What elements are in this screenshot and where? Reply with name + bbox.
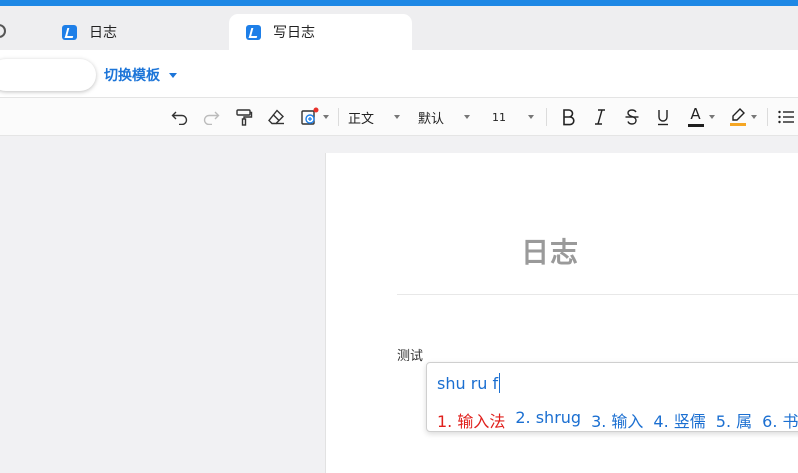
font-family-select[interactable]: 默认 bbox=[418, 98, 478, 136]
highlight-icon bbox=[729, 108, 746, 126]
bold-button[interactable] bbox=[556, 98, 580, 136]
font-color-icon: A bbox=[687, 105, 704, 127]
insert-button[interactable] bbox=[296, 98, 332, 136]
ime-candidate[interactable]: 4. 竖儒 bbox=[653, 408, 705, 431]
highlight-button[interactable] bbox=[724, 98, 762, 136]
toolbar-separator bbox=[338, 108, 339, 126]
marker-icon bbox=[731, 108, 745, 121]
bold-icon bbox=[563, 109, 575, 126]
switch-template-button[interactable]: 切换模板 bbox=[104, 65, 177, 85]
tab-label: 写日志 bbox=[273, 25, 315, 41]
switch-template-label: 切换模板 bbox=[104, 68, 160, 84]
clear-format-icon bbox=[268, 109, 284, 125]
ime-candidate[interactable]: 5. 属 bbox=[716, 408, 752, 431]
strikethrough-button[interactable] bbox=[620, 98, 644, 136]
tab-write-diary[interactable]: 写日志 bbox=[229, 14, 412, 50]
format-toolbar: 正文 默认 11 A bbox=[0, 98, 798, 136]
ime-candidate[interactable]: 3. 输入 bbox=[591, 408, 643, 431]
chevron-down-icon bbox=[169, 72, 177, 78]
document-title[interactable]: 日志 bbox=[521, 231, 579, 271]
title-divider bbox=[397, 294, 798, 295]
ime-candidate-window: shu ru f 1. 输入法 2. shrug 3. 输入 4. 竖儒 5. … bbox=[426, 362, 798, 432]
font-color-letter: A bbox=[690, 105, 701, 123]
search-pill[interactable] bbox=[0, 59, 96, 91]
chevron-down-icon bbox=[322, 115, 329, 119]
font-size-value: 11 bbox=[492, 110, 506, 124]
document-body-text[interactable]: 测试 bbox=[397, 345, 423, 364]
template-bar: 切换模板 bbox=[0, 50, 798, 98]
underline-icon bbox=[658, 110, 668, 126]
chevron-down-icon bbox=[528, 115, 534, 119]
ime-candidate-list: 1. 输入法 2. shrug 3. 输入 4. 竖儒 5. 属 6. 书 bbox=[437, 408, 798, 431]
underline-button[interactable] bbox=[651, 98, 675, 136]
chevron-down-icon bbox=[750, 115, 757, 119]
paragraph-style-select[interactable]: 正文 bbox=[348, 98, 408, 136]
toolbar-separator bbox=[546, 108, 547, 126]
ime-composition-text: shu ru f bbox=[437, 373, 499, 393]
chevron-down-icon bbox=[394, 115, 401, 119]
ime-candidate[interactable]: 1. 输入法 bbox=[437, 408, 505, 431]
redo-icon bbox=[203, 111, 220, 125]
tab-label: 日志 bbox=[89, 25, 117, 41]
font-color-swatch bbox=[687, 124, 704, 127]
format-painter-button[interactable] bbox=[232, 98, 256, 136]
diary-app-icon bbox=[246, 24, 261, 40]
font-family-value: 默认 bbox=[418, 111, 445, 127]
bullet-list-button[interactable] bbox=[774, 98, 798, 136]
text-cursor bbox=[499, 373, 501, 393]
clear-format-button[interactable] bbox=[264, 98, 288, 136]
strikethrough-icon bbox=[625, 109, 639, 125]
highlight-swatch bbox=[729, 123, 746, 126]
undo-icon bbox=[171, 111, 188, 125]
redo-button[interactable] bbox=[199, 98, 223, 136]
diary-app-icon bbox=[62, 24, 77, 40]
format-painter-icon bbox=[236, 109, 253, 126]
tab-strip: 日志 写日志 bbox=[0, 6, 798, 50]
italic-icon bbox=[595, 109, 605, 125]
ime-candidate[interactable]: 6. 书 bbox=[762, 408, 798, 431]
undo-button[interactable] bbox=[168, 98, 192, 136]
insert-icon bbox=[300, 107, 318, 125]
paragraph-style-value: 正文 bbox=[348, 111, 375, 127]
bullet-list-icon bbox=[778, 110, 794, 124]
italic-button[interactable] bbox=[588, 98, 612, 136]
font-color-button[interactable]: A bbox=[682, 98, 720, 136]
search-icon[interactable] bbox=[0, 24, 6, 38]
font-size-select[interactable]: 11 bbox=[492, 98, 540, 136]
chevron-down-icon bbox=[464, 115, 471, 119]
ime-candidate[interactable]: 2. shrug bbox=[515, 408, 581, 431]
tab-diary[interactable]: 日志 bbox=[62, 14, 117, 50]
chevron-down-icon bbox=[708, 115, 715, 119]
ime-composition: shu ru f bbox=[437, 373, 501, 393]
toolbar-separator bbox=[767, 108, 768, 126]
